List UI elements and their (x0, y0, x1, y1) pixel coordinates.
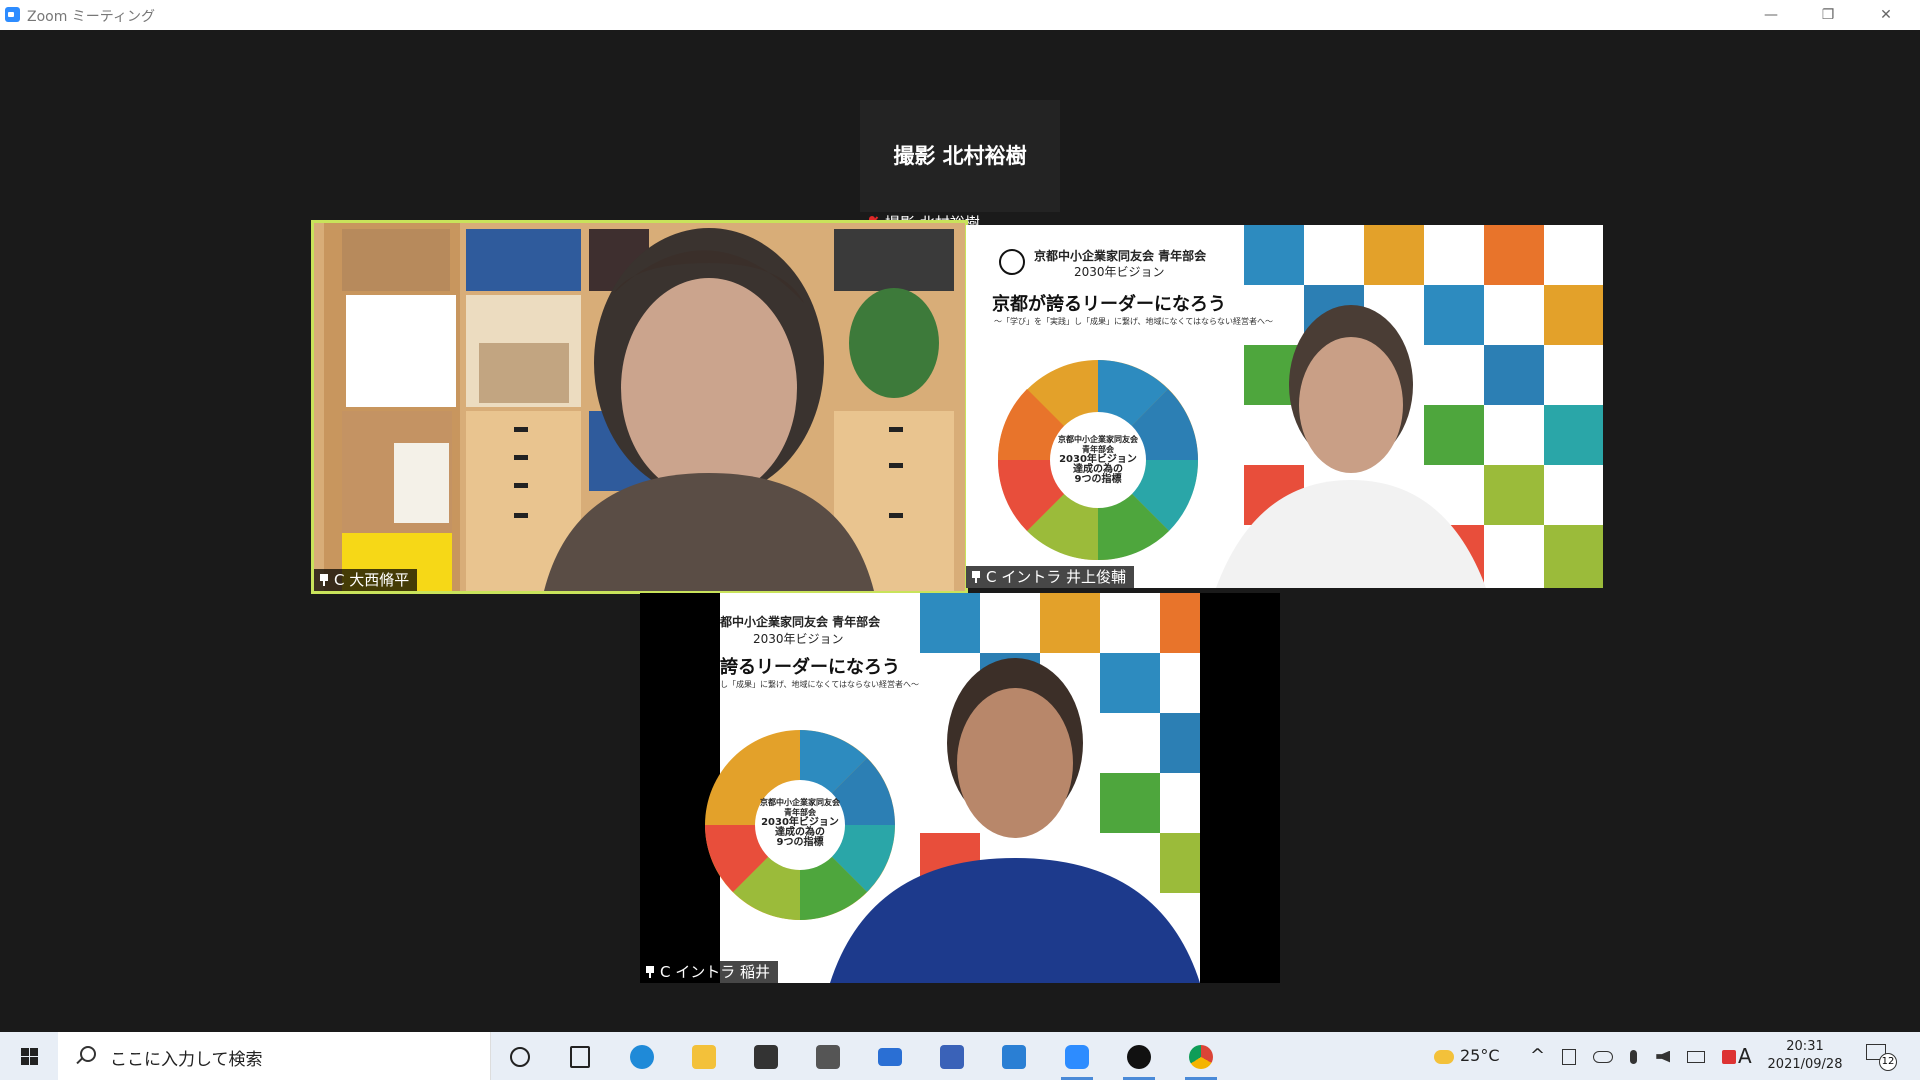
participant-display-name: 撮影 北村裕樹 (893, 144, 1027, 168)
participant-name-tag: C イントラ 井上俊輔 (966, 566, 1135, 588)
battery-icon[interactable] (1687, 1050, 1706, 1063)
title-bar: Zoom ミーティング — ❐ ✕ (0, 0, 1920, 30)
chrome-button[interactable] (1177, 1038, 1225, 1080)
mail-button[interactable] (866, 1038, 914, 1074)
pin-icon (320, 574, 328, 586)
store-button[interactable] (742, 1038, 790, 1074)
device-icon[interactable] (1562, 1048, 1576, 1065)
meeting-stage: 撮影 北村裕樹 撮影 北村裕樹 (0, 30, 1920, 1032)
zoom-app-icon (5, 7, 20, 22)
vision-board-headline: 京都が誇るリーダーになろう (992, 294, 1226, 315)
participant-tile-3[interactable]: 都中小企業家同友会 青年部会 2030年ビジョン 誇るリーダーになろう し「成果… (640, 593, 1280, 983)
cortana-icon (510, 1046, 530, 1067)
search-placeholder: ここに入力して検索 (110, 1050, 263, 1070)
vision-board-subline: し「成果」に繋げ、地域になくてはならない経営者へ～ (720, 680, 920, 689)
task-view-button[interactable] (556, 1038, 604, 1074)
app-button-3[interactable] (1115, 1038, 1163, 1080)
vision-board-org: 京都中小企業家同友会 青年部会 (1034, 249, 1207, 263)
edge-button[interactable] (618, 1038, 666, 1074)
zoom-icon (1065, 1044, 1089, 1069)
participant-name-tag: C 大西脩平 (314, 569, 418, 591)
taskbar-clock[interactable]: 20:31 2021/09/28 (1760, 1038, 1850, 1074)
vision-board-subline: ～「学び」を「実践」し「成果」に繋げ、地域になくてはならない経営者へ～ (994, 317, 1274, 326)
notification-badge: 12 (1879, 1053, 1897, 1071)
pin-icon (646, 966, 654, 978)
weather-temp: 25°C (1460, 1046, 1500, 1065)
participant-tile-2[interactable]: 京都中小企業家同友会 青年部会 2030年ビジョン 京都が誇るリーダーになろう … (966, 225, 1603, 588)
vision-board-year: 2030年ビジョン (1074, 265, 1165, 279)
ime-indicator[interactable]: A (1738, 1032, 1752, 1080)
taskbar: ここに入力して検索 25°C ^ A 20:31 2021/09/28 12 (0, 1032, 1920, 1080)
participant-tile-top[interactable]: 撮影 北村裕樹 撮影 北村裕樹 (860, 100, 1060, 232)
store-icon (754, 1044, 778, 1069)
clock-date: 2021/09/28 (1767, 1057, 1843, 1072)
chrome-icon (1189, 1044, 1213, 1069)
maximize-button[interactable]: ❐ (1805, 0, 1851, 30)
volume-icon[interactable] (1656, 1050, 1671, 1063)
minimize-button[interactable]: — (1748, 0, 1794, 30)
video-feed-1 (314, 223, 965, 591)
folder-icon (692, 1044, 716, 1069)
weather-icon (1434, 1049, 1454, 1064)
edge-icon (630, 1044, 654, 1069)
cortana-button[interactable] (496, 1038, 544, 1074)
video-feed-2 (966, 225, 1603, 588)
search-icon (80, 1046, 96, 1062)
start-button[interactable] (0, 1032, 58, 1080)
action-center-button[interactable]: 12 (1866, 1044, 1897, 1071)
vision-board-year: 2030年ビジョン (753, 632, 844, 646)
vision-board-center: 京都中小企業家同友会 青年部会 2030年ビジョン 達成の為の 9つの指標 (1058, 435, 1138, 485)
taskbar-search-box[interactable]: ここに入力して検索 (58, 1032, 491, 1080)
network-icon[interactable] (1722, 1049, 1737, 1064)
cloud-icon[interactable] (1593, 1050, 1614, 1063)
show-hidden-icons-button[interactable]: ^ (1530, 1032, 1545, 1080)
vision-board-headline: 誇るリーダーになろう (720, 657, 900, 678)
presentation-icon (940, 1044, 964, 1069)
weather-widget[interactable]: 25°C (1434, 1032, 1500, 1080)
video-feed-3 (640, 593, 1280, 983)
microphone-icon[interactable] (1630, 1049, 1638, 1064)
close-button[interactable]: ✕ (1863, 0, 1909, 30)
app-button-1[interactable] (928, 1038, 976, 1074)
chat-icon (1127, 1044, 1151, 1069)
calendar-icon (1002, 1044, 1026, 1069)
clock-time: 20:31 (1786, 1039, 1824, 1054)
vision-board-org: 都中小企業家同友会 青年部会 (720, 615, 881, 629)
vision-board-center: 京都中小企業家同友会 青年部会 2030年ビジョン 達成の為の 9つの指標 (760, 798, 840, 848)
zoom-taskbar-button[interactable] (1053, 1038, 1101, 1080)
windows-logo-icon (21, 1048, 38, 1065)
tray-icons (1562, 1032, 1748, 1080)
pin-icon (972, 571, 980, 583)
explorer-button[interactable] (680, 1038, 728, 1074)
task-view-icon (570, 1045, 590, 1068)
app-button-2[interactable] (990, 1038, 1038, 1074)
participant-tile-1[interactable]: C 大西脩平 (311, 220, 968, 594)
window-title: Zoom ミーティング (27, 9, 155, 25)
mail-icon (878, 1047, 902, 1066)
participant-name-tag: C イントラ 稲井 (640, 961, 779, 983)
snipping-icon (816, 1044, 840, 1069)
snipping-tool-button[interactable] (804, 1038, 852, 1074)
